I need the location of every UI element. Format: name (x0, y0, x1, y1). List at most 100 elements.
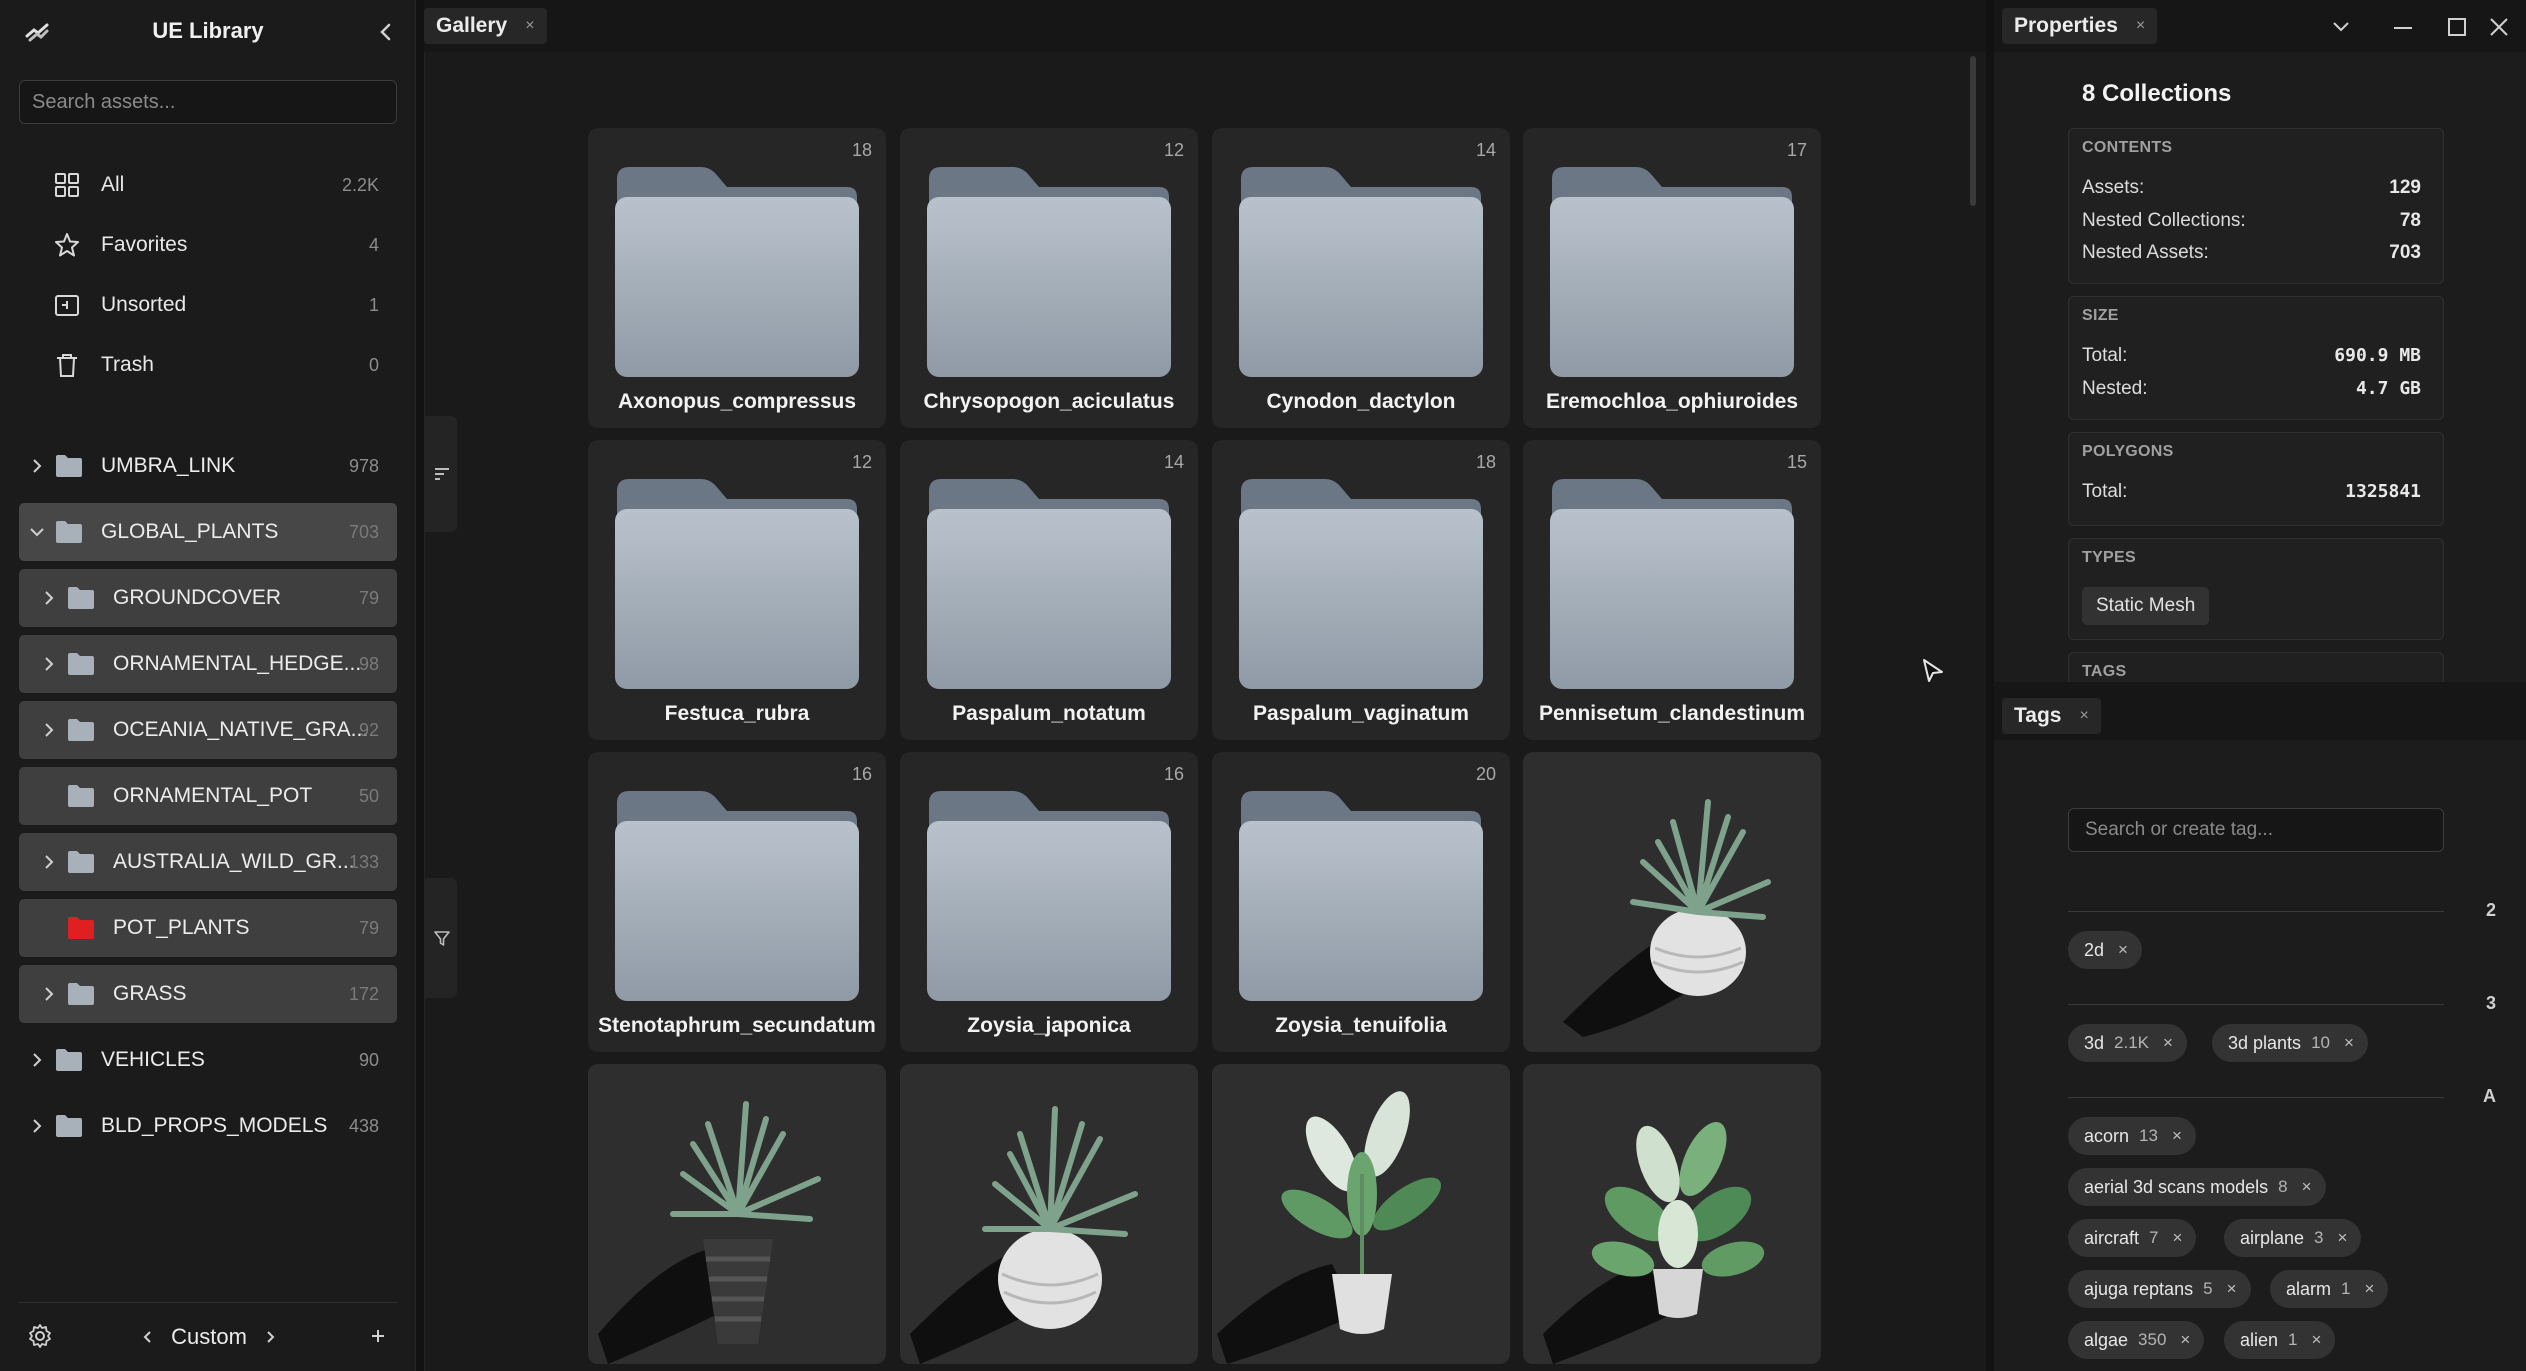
asset-card[interactable] (1523, 1064, 1821, 1364)
add-icon[interactable] (365, 1323, 391, 1349)
folder-card[interactable]: 18 Paspalum_vaginatum (1212, 440, 1510, 740)
tag-name: aircraft (2084, 1227, 2140, 1248)
tag-name: 3d (2084, 1032, 2105, 1053)
tree-item-vehicles[interactable]: VEHICLES 90 (19, 1031, 397, 1089)
folder-card[interactable]: 16 Stenotaphrum_secundatum (588, 752, 886, 1052)
nav-item-all[interactable]: All 2.2K (19, 159, 397, 211)
folder-icon (56, 455, 82, 477)
asset-card[interactable] (900, 1064, 1198, 1364)
tree-item-umbra-link[interactable]: UMBRA_LINK 978 (19, 437, 397, 495)
chevron-right-icon[interactable] (27, 1116, 47, 1136)
tag-chip[interactable]: algae 350 × (2068, 1321, 2205, 1359)
close-tab-icon[interactable]: × (525, 17, 534, 35)
grid-icon (55, 173, 79, 197)
tag-chip[interactable]: alarm 1 × (2270, 1270, 2389, 1308)
tag-count: 5 (2203, 1279, 2213, 1298)
folder-card[interactable]: 14 Cynodon_dactylon (1212, 128, 1510, 428)
chevron-right-icon[interactable] (39, 654, 59, 674)
remove-tag-icon[interactable]: × (2364, 1279, 2374, 1299)
close-tab-icon[interactable]: × (2136, 17, 2145, 35)
chevron-down-icon[interactable] (27, 522, 47, 542)
sort-icon (435, 468, 449, 480)
maximize-icon[interactable] (2444, 14, 2470, 40)
sort-panel-handle[interactable] (425, 416, 457, 532)
chevron-right-icon[interactable] (27, 1050, 47, 1070)
tag-chip[interactable]: alien 1 × (2224, 1321, 2336, 1359)
asset-card[interactable] (588, 1064, 886, 1364)
collapse-sidebar-icon[interactable] (370, 16, 402, 48)
folder-card[interactable]: 12 Chrysopogon_aciculatus (900, 128, 1198, 428)
folder-card[interactable]: 17 Eremochloa_ophiuroides (1523, 128, 1821, 428)
chevron-left-icon[interactable] (139, 1328, 157, 1346)
chevron-right-icon[interactable] (39, 984, 59, 1004)
tag-chip[interactable]: 3d 2.1K × (2068, 1024, 2187, 1062)
tree-item-ornamental-pot[interactable]: ORNAMENTAL_POT 50 (19, 767, 397, 825)
search-assets-input[interactable] (19, 80, 397, 124)
star-icon (55, 233, 79, 257)
tags-body: 2 2d × 3 3d 2.1K × 3d plants 10 × A acor… (1994, 740, 2526, 1371)
minimize-icon[interactable] (2390, 14, 2416, 40)
asset-card[interactable] (1212, 1064, 1510, 1364)
tree-item-oceania-native-grass[interactable]: OCEANIA_NATIVE_GRA... 92 (19, 701, 397, 759)
tag-group-divider (2068, 911, 2444, 912)
folder-name: Stenotaphrum_secundatum (598, 1014, 876, 1037)
type-chip[interactable]: Static Mesh (2082, 587, 2210, 625)
chevron-right-icon[interactable] (39, 852, 59, 872)
layout-label: Custom (171, 1324, 247, 1349)
prop-label: Nested: (2082, 378, 2148, 399)
tree-item-groundcover[interactable]: GROUNDCOVER 79 (19, 569, 397, 627)
tag-chip[interactable]: airplane 3 × (2224, 1219, 2362, 1257)
chevron-right-icon[interactable] (27, 456, 47, 476)
folder-card[interactable]: 18 Axonopus_compressus (588, 128, 886, 428)
tree-item-global-plants[interactable]: GLOBAL_PLANTS 703 (19, 503, 397, 561)
tree-item-australia-wild-grass[interactable]: AUSTRALIA_WILD_GR... 133 (19, 833, 397, 891)
plant-thumbnail-icon (1543, 1121, 1765, 1364)
chevron-right-icon[interactable] (261, 1328, 279, 1346)
remove-tag-icon[interactable]: × (2163, 1033, 2173, 1053)
tab-properties[interactable]: Properties × (2002, 8, 2158, 44)
chevron-right-icon[interactable] (39, 720, 59, 740)
tree-item-bld-props-models[interactable]: BLD_PROPS_MODELS 438 (19, 1097, 397, 1155)
chevron-right-icon[interactable] (39, 588, 59, 608)
folder-card[interactable]: 12 Festuca_rubra (588, 440, 886, 740)
folder-card[interactable]: 14 Paspalum_notatum (900, 440, 1198, 740)
gallery-scrollbar[interactable] (1970, 56, 1976, 206)
filter-panel-handle[interactable] (425, 878, 457, 998)
tag-search-input[interactable] (2068, 808, 2444, 852)
remove-tag-icon[interactable]: × (2180, 1330, 2190, 1350)
tab-gallery[interactable]: Gallery × (424, 8, 547, 44)
tree-item-pot-plants[interactable]: POT_PLANTS 79 (19, 899, 397, 957)
tree-item-grass[interactable]: GRASS 172 (19, 965, 397, 1023)
nav-item-favorites[interactable]: Favorites 4 (19, 219, 397, 271)
remove-tag-icon[interactable]: × (2312, 1330, 2322, 1350)
nav-item-unsorted[interactable]: Unsorted 1 (19, 279, 397, 331)
close-window-icon[interactable] (2486, 14, 2512, 40)
tag-chip[interactable]: aerial 3d scans models 8 × (2068, 1168, 2326, 1206)
folder-card[interactable]: 16 Zoysia_japonica (900, 752, 1198, 1052)
remove-tag-icon[interactable]: × (2338, 1228, 2348, 1248)
gallery-tabbar: Gallery × (424, 0, 1986, 52)
remove-tag-icon[interactable]: × (2172, 1228, 2182, 1248)
mouse-cursor-icon (1923, 659, 1943, 682)
asset-card[interactable] (1523, 752, 1821, 1052)
remove-tag-icon[interactable]: × (2302, 1177, 2312, 1197)
gear-icon[interactable] (27, 1323, 53, 1349)
tag-chip[interactable]: ajuga reptans 5 × (2068, 1270, 2251, 1308)
close-tab-icon[interactable]: × (2079, 707, 2088, 725)
tag-chip[interactable]: 2d × (2068, 931, 2142, 969)
folder-card[interactable]: 15 Pennisetum_clandestinum (1523, 440, 1821, 740)
tag-chip[interactable]: aircraft 7 × (2068, 1219, 2197, 1257)
chevron-down-icon[interactable] (2328, 14, 2354, 40)
tag-chip[interactable]: acorn 13 × (2068, 1117, 2196, 1155)
tag-chip[interactable]: 3d plants 10 × (2212, 1024, 2368, 1062)
remove-tag-icon[interactable]: × (2172, 1126, 2182, 1146)
remove-tag-icon[interactable]: × (2344, 1033, 2354, 1053)
tree-item-ornamental-hedge[interactable]: ORNAMENTAL_HEDGE... 98 (19, 635, 397, 693)
remove-tag-icon[interactable]: × (2227, 1279, 2237, 1299)
folder-item-count: 12 (1163, 140, 1184, 160)
nav-item-trash[interactable]: Trash 0 (19, 339, 397, 391)
tab-tags[interactable]: Tags × (2002, 698, 2101, 734)
tree-count: 79 (358, 588, 379, 608)
folder-card[interactable]: 20 Zoysia_tenuifolia (1212, 752, 1510, 1052)
remove-tag-icon[interactable]: × (2118, 940, 2128, 960)
